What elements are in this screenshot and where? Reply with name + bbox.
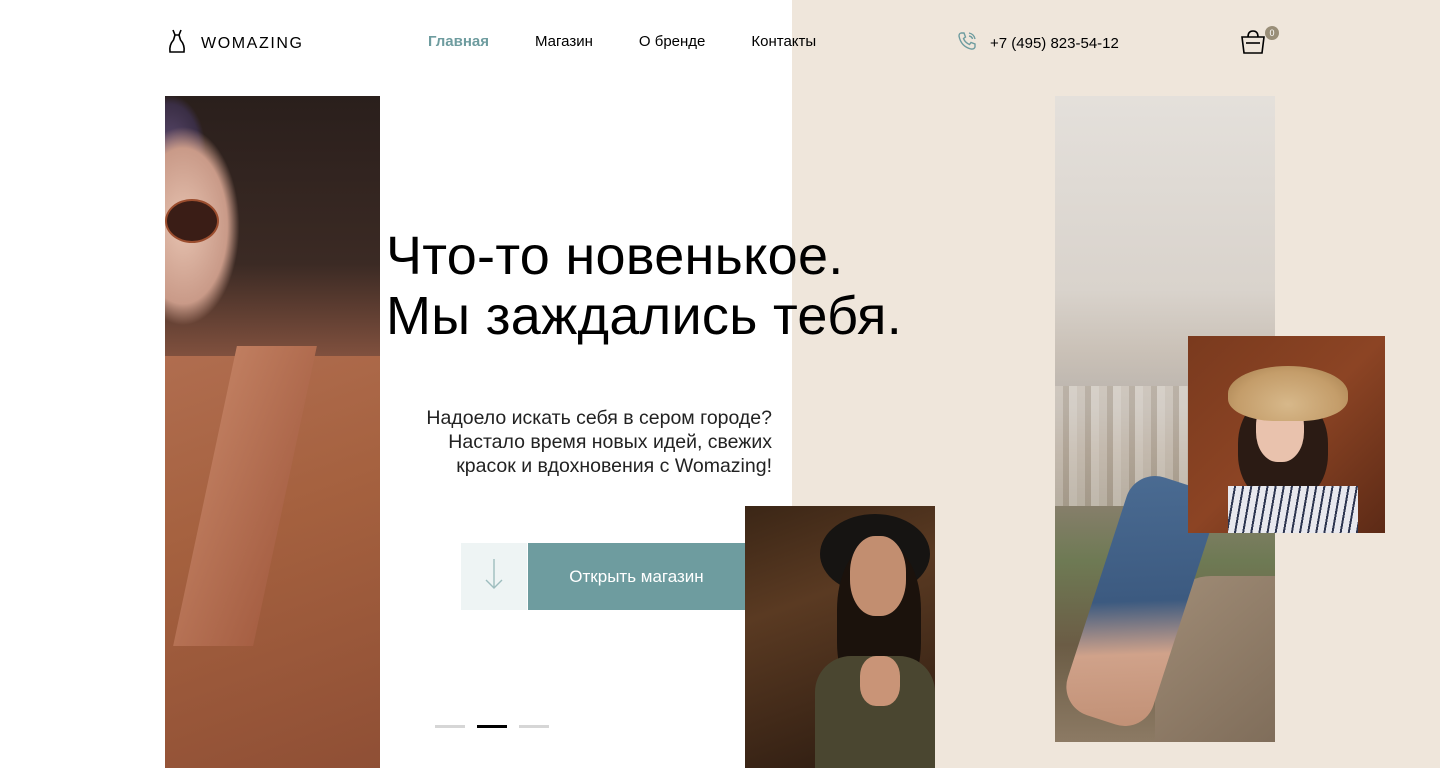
nav-item-contacts[interactable]: Контакты xyxy=(751,33,816,50)
main-nav: Главная Магазин О бренде Контакты xyxy=(428,33,862,50)
slider-dot-3[interactable] xyxy=(519,725,549,728)
woman-in-coat-image xyxy=(165,96,380,768)
hero-title-line-1: Что-то новенькое. xyxy=(386,226,844,286)
hero-title-line-2: Мы заждались тебя. xyxy=(386,286,903,346)
hero-subtitle-line-2: Настало время новых идей, свежих xyxy=(448,431,772,453)
nav-item-home[interactable]: Главная xyxy=(428,33,489,50)
cart-button[interactable]: 0 xyxy=(1240,26,1279,61)
scroll-down-button[interactable] xyxy=(461,543,527,610)
hero-title: Что-то новенькое. Мы заждались тебя. xyxy=(386,226,902,346)
cart-count-badge: 0 xyxy=(1265,26,1279,40)
slider-dot-2[interactable] xyxy=(477,725,507,728)
nav-item-shop[interactable]: Магазин xyxy=(535,33,593,50)
logo-text: WOMAZING xyxy=(201,34,304,52)
phone-icon xyxy=(956,30,978,57)
cart-icon xyxy=(1240,30,1266,60)
hero-subtitle-line-1: Надоело искать себя в сером городе? xyxy=(426,407,772,429)
woman-in-black-hat-image xyxy=(745,506,935,768)
hero-subtitle: Надоело искать себя в сером городе? Наст… xyxy=(386,406,772,478)
nav-item-about-brand[interactable]: О бренде xyxy=(639,33,706,50)
hero-subtitle-line-3: красок и вдохновения с Womazing! xyxy=(456,455,772,477)
slider-dot-1[interactable] xyxy=(435,725,465,728)
open-shop-button[interactable]: Открыть магазин xyxy=(528,543,745,610)
phone-number[interactable]: +7 (495) 823-54-12 xyxy=(990,35,1119,52)
slider-pagination xyxy=(435,725,561,728)
phone-contact[interactable]: +7 (495) 823-54-12 xyxy=(956,30,1119,57)
woman-in-straw-hat-image xyxy=(1188,336,1385,533)
dress-logo-icon xyxy=(165,28,189,59)
arrow-down-icon xyxy=(484,557,504,596)
logo[interactable]: WOMAZING xyxy=(165,28,304,59)
